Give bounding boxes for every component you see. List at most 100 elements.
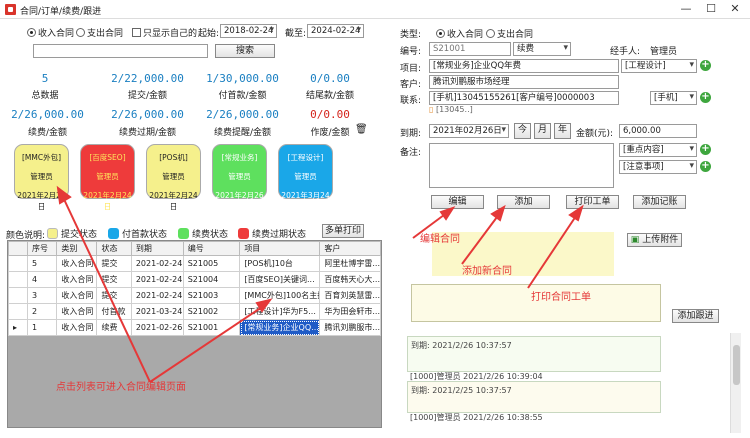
start-date-picker[interactable]: 2018-02-24 [220,24,277,38]
note-attention-select[interactable]: [注意事项] [619,160,697,174]
column-header[interactable]: 客户 [319,241,381,256]
legend-swatch-icon [47,228,58,239]
client-label: 客户: [400,80,422,90]
row-indicator-header [8,241,28,256]
legend-item: 提交状态 [47,227,97,240]
add-bookkeeping-button[interactable]: 添加记账 [633,195,686,209]
annotation-edit: 编辑合同 [420,234,460,245]
due-label: 到期: [400,129,422,139]
stat-void-value: 0/0.00 [310,108,350,121]
radio-on-icon [436,29,445,38]
column-header[interactable]: 序号 [26,241,58,256]
legend-swatch-icon [178,228,189,239]
scroll-thumb[interactable] [733,345,740,385]
batch-print-button[interactable]: 多单打印 [322,224,364,238]
amount-field[interactable]: 6,000.00 [619,124,697,138]
end-date-label: 截至: [285,29,307,39]
end-date-picker[interactable]: 2024-02-24 [307,24,364,38]
radio-expense-contract[interactable]: 支出合同 [76,26,123,39]
stat-expired-value: 2/26,000.00 [111,108,184,121]
search-input[interactable] [33,44,208,58]
followup-log-entry[interactable]: 到期: 2021/2/26 10:37:57 [407,336,661,372]
contact-label: 联系: [400,96,422,106]
due-date-picker[interactable]: 2021年02月26日 [429,124,509,138]
project-category-select[interactable]: [工程设计] [621,59,697,73]
title-bar [0,0,750,19]
maximize-icon[interactable]: ☐ [700,2,722,16]
stat-submit-label: 提交/金额 [127,91,168,101]
annotation-add: 添加新合同 [462,266,512,277]
followup-log-meta: [1000]管理员 2021/2/26 10:38:55 [410,413,543,422]
project-label: 项目: [400,64,422,74]
type-radio-expense[interactable]: 支出合同 [486,27,533,40]
add-followup-button[interactable]: 添加跟进 [672,309,719,323]
contract-card[interactable]: [百度SEO] 管理员 2021年2月24日 [80,144,135,211]
add-key-note-icon[interactable]: + [700,144,711,155]
note-key-select[interactable]: [重点内容] [619,143,697,157]
only-mine-checkbox[interactable]: 只显示自己的 [132,26,197,39]
table-row-selected[interactable]: ▸ 1 收入合同 续费 2021-02-26 S21001 [常规业务]企业QQ... 腾讯… [8,319,381,336]
legend-item: 付首款状态 [108,227,167,240]
radio-off-icon [486,29,495,38]
contract-card[interactable]: [工程设计] 管理员 2021年3月24日 [278,144,333,211]
contract-card[interactable]: [POS机] 管理员 2021年2月24日 [146,144,201,211]
checkbox-icon [132,28,141,37]
project-field[interactable]: [常规业务]企业QQ年费 [429,59,619,73]
stat-firstpay-value: 1/30,000.00 [206,72,279,85]
annotation-print: 打印合同工单 [531,292,591,303]
note-textarea[interactable] [429,143,614,188]
radio-on-icon [27,28,36,37]
table-row[interactable]: 4 收入合同 提交 2021-02-24 S21004 [百度SEO]关键词... 百度韩天… [8,271,381,288]
add-contact-icon[interactable]: + [700,92,711,103]
upload-icon: ▣ [630,235,640,245]
edit-button[interactable]: 编辑 [431,195,484,209]
code-label: 编号: [400,47,422,57]
add-button[interactable]: 添加 [497,195,550,209]
stat-firstpay-label: 付首款/金额 [218,91,267,101]
print-ticket-button[interactable]: 打印工单 [566,195,619,209]
search-button[interactable]: 搜索 [215,44,275,58]
column-header[interactable]: 状态 [96,241,132,256]
contact-type-select[interactable]: [手机] [650,91,697,105]
legend-item: 续费过期状态 [238,227,306,240]
code-field[interactable]: S21001 [429,42,511,56]
radio-income-contract[interactable]: 收入合同 [27,26,74,39]
stat-submit-value: 2/22,000.00 [111,72,184,85]
contact-field[interactable]: [手机]13045155261[客户编号]0000003 [429,91,619,105]
client-field[interactable]: 腾讯刘鹏服市场经理 [429,75,619,89]
column-header[interactable]: 编号 [182,241,241,256]
phone-icon: ▯ [429,105,434,114]
column-header[interactable]: 到期 [130,241,184,256]
add-attention-icon[interactable]: + [700,161,711,172]
contract-table[interactable]: 序号 类别 状态 到期 编号 项目 客户 5 收入合同 提交 2021-02-24 S2… [7,240,382,428]
column-header[interactable]: 类别 [56,241,98,256]
table-row[interactable]: 3 收入合同 提交 2021-02-24 S21003 [MMC外包]100名主播 百育刘英… [8,287,381,304]
note-label: 备注: [400,148,422,158]
legend-swatch-icon [238,228,249,239]
today-button[interactable]: 今 [514,123,531,139]
log-scrollbar[interactable] [730,333,741,433]
amount-label: 金额(元): [576,129,614,139]
contract-card[interactable]: [常规业务] 管理员 2021年2月26日 [212,144,267,211]
close-icon[interactable]: ✕ [724,2,746,16]
selected-cell[interactable]: [常规业务]企业QQ... [239,319,321,336]
year-button[interactable]: 年 [554,123,571,139]
start-date-label: 起始: [198,29,220,39]
month-button[interactable]: 月 [534,123,551,139]
stat-total-value: 5 [41,72,49,85]
status-select[interactable]: 续费 [513,42,571,56]
app-logo-icon [5,4,16,15]
table-row[interactable]: 5 收入合同 提交 2021-02-24 S21005 [POS机]10台 阿里杜博宇雷..… [8,255,381,272]
table-header-row: 序号 类别 状态 到期 编号 项目 客户 [8,241,381,256]
contract-card[interactable]: [MMC外包] 管理员 2021年2月24日 [14,144,69,211]
followup-log-entry[interactable]: 到期: 2021/2/25 10:37:57 [407,381,661,413]
minimize-icon[interactable]: — [675,2,697,16]
type-radio-income[interactable]: 收入合同 [436,27,483,40]
table-row[interactable]: 2 收入合同 付首款 2021-03-24 S21002 [工程设计]华为F5... 华为田… [8,303,381,320]
phone-hint: ▯ [13045..] [429,105,473,114]
add-project-icon[interactable]: + [700,60,711,71]
upload-attachment-button[interactable]: ▣ 上传附件 [627,233,682,247]
radio-off-icon [76,28,85,37]
trash-icon[interactable]: 🗑 [355,124,368,135]
column-header[interactable]: 项目 [239,241,321,256]
